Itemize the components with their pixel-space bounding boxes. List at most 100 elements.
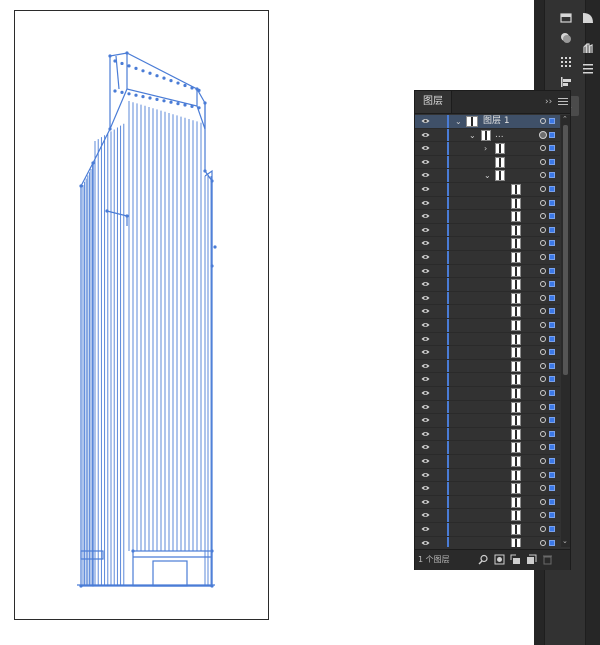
target-circle-icon[interactable] (540, 349, 546, 356)
puppet-warp-icon[interactable] (580, 40, 595, 55)
visibility-eye-icon[interactable] (421, 376, 430, 382)
target-circle-icon[interactable] (540, 403, 546, 410)
visibility-eye-icon[interactable] (421, 254, 430, 260)
sublayer-row[interactable] (415, 278, 560, 292)
selection-indicator[interactable] (549, 417, 555, 424)
visibility-eye-icon[interactable] (421, 200, 430, 206)
sublayer-row[interactable] (415, 155, 560, 170)
visibility-eye-icon[interactable] (421, 540, 430, 546)
visibility-eye-icon[interactable] (421, 268, 430, 274)
selection-indicator[interactable] (549, 118, 555, 124)
target-circle-icon[interactable] (540, 485, 546, 492)
visibility-eye-icon[interactable] (421, 281, 430, 287)
selection-indicator[interactable] (549, 349, 555, 356)
visibility-eye-icon[interactable] (421, 118, 430, 124)
visibility-eye-icon[interactable] (421, 308, 430, 314)
target-circle-icon[interactable] (540, 294, 546, 301)
selection-indicator[interactable] (549, 471, 555, 478)
visibility-eye-icon[interactable] (421, 512, 430, 518)
target-circle-icon[interactable] (540, 281, 546, 288)
sublayer-row[interactable] (415, 427, 560, 442)
target-circle-icon[interactable] (539, 130, 547, 139)
target-circle-icon[interactable] (540, 376, 546, 383)
selection-indicator[interactable] (549, 308, 555, 315)
visibility-eye-icon[interactable] (421, 485, 430, 491)
scroll-thumb[interactable] (563, 125, 568, 375)
sublayer-row[interactable] (415, 305, 560, 319)
selection-indicator[interactable] (549, 335, 555, 342)
selection-indicator[interactable] (549, 186, 555, 192)
expand-chevron-icon[interactable]: › (484, 143, 487, 154)
target-circle-icon[interactable] (540, 417, 546, 424)
scroll-up-icon[interactable]: ⌃ (562, 115, 568, 123)
sublayer-row[interactable]: ⌄ (415, 169, 560, 183)
sublayer-row[interactable]: ⌄... (415, 128, 560, 143)
sublayer-row[interactable] (415, 251, 560, 265)
sublayer-row[interactable] (415, 319, 560, 333)
selection-indicator[interactable] (549, 430, 555, 437)
sublayer-row[interactable] (415, 291, 560, 306)
expand-chevron-icon[interactable]: ⌄ (484, 170, 491, 181)
target-circle-icon[interactable] (540, 118, 546, 124)
pathfinder-icon[interactable] (580, 10, 595, 25)
target-circle-icon[interactable] (540, 362, 546, 369)
selection-indicator[interactable] (549, 322, 555, 328)
visibility-eye-icon[interactable] (421, 240, 430, 246)
visibility-eye-icon[interactable] (421, 417, 430, 423)
sublayer-row[interactable] (415, 183, 560, 197)
create-sublayer-icon[interactable] (510, 554, 521, 565)
sublayer-row[interactable] (415, 346, 560, 360)
visibility-eye-icon[interactable] (421, 404, 430, 410)
visibility-eye-icon[interactable] (421, 349, 430, 355)
target-circle-icon[interactable] (540, 390, 546, 396)
visibility-eye-icon[interactable] (421, 336, 430, 342)
visibility-eye-icon[interactable] (421, 159, 430, 165)
visibility-eye-icon[interactable] (421, 186, 430, 192)
selection-indicator[interactable] (549, 444, 555, 451)
visibility-eye-icon[interactable] (421, 363, 430, 369)
target-circle-icon[interactable] (540, 186, 546, 192)
visibility-eye-icon[interactable] (421, 227, 430, 233)
selection-indicator[interactable] (549, 362, 555, 369)
selection-indicator[interactable] (549, 526, 555, 532)
artboard[interactable] (14, 10, 269, 620)
scroll-down-icon[interactable]: ⌄ (562, 537, 568, 545)
target-circle-icon[interactable] (540, 322, 546, 328)
target-circle-icon[interactable] (540, 526, 546, 532)
sublayer-row[interactable] (415, 468, 560, 483)
visibility-eye-icon[interactable] (421, 390, 430, 396)
building-line-art[interactable] (15, 11, 270, 621)
sublayer-row[interactable] (415, 495, 560, 510)
selection-indicator[interactable] (549, 403, 555, 410)
visibility-eye-icon[interactable] (421, 132, 430, 138)
selection-indicator[interactable] (549, 390, 555, 396)
sublayer-row[interactable] (415, 332, 560, 347)
selection-indicator[interactable] (549, 158, 555, 165)
visibility-eye-icon[interactable] (421, 295, 430, 301)
appearance-icon[interactable] (558, 30, 573, 45)
selection-indicator[interactable] (549, 294, 555, 301)
grid-icon[interactable] (558, 54, 573, 69)
visibility-eye-icon[interactable] (421, 431, 430, 437)
tab-layers[interactable]: 图层 (415, 91, 452, 113)
sublayer-row[interactable] (415, 455, 560, 469)
sublayer-row[interactable] (415, 210, 560, 224)
sublayer-row[interactable] (415, 264, 560, 279)
target-circle-icon[interactable] (540, 213, 546, 220)
artboards-icon[interactable] (558, 10, 573, 25)
panel-menu-icon[interactable] (558, 96, 568, 106)
selection-indicator[interactable] (549, 281, 555, 288)
target-circle-icon[interactable] (540, 539, 546, 546)
visibility-eye-icon[interactable] (421, 499, 430, 505)
visibility-eye-icon[interactable] (421, 458, 430, 464)
locate-object-icon[interactable] (478, 554, 489, 565)
sublayer-row[interactable] (415, 482, 560, 496)
visibility-eye-icon[interactable] (421, 444, 430, 450)
selection-indicator[interactable] (549, 213, 555, 220)
double-chevron-right-icon[interactable]: ›› (545, 97, 552, 107)
target-circle-icon[interactable] (540, 335, 546, 342)
layer-row[interactable]: ⌄ 图层 1 (415, 115, 560, 129)
target-circle-icon[interactable] (540, 226, 546, 233)
visibility-eye-icon[interactable] (421, 145, 430, 151)
sublayer-row[interactable] (415, 196, 560, 211)
